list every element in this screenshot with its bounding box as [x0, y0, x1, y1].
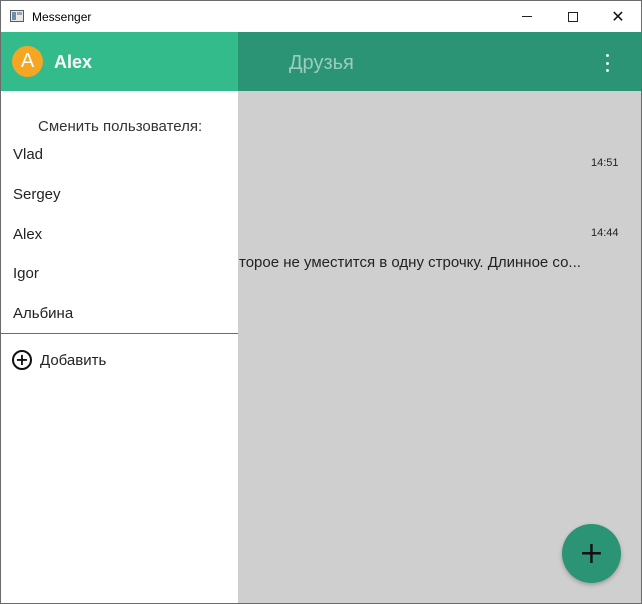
current-user-name: Alex: [54, 52, 93, 72]
drawer-header: A Alex: [1, 32, 238, 91]
add-user-button[interactable]: + Добавить: [1, 342, 238, 378]
close-icon: ✕: [611, 6, 625, 26]
minimize-button[interactable]: [504, 1, 550, 32]
messenger-window: Messenger ✕ Друзья 14:51 14:44 торое не …: [0, 0, 642, 604]
plus-icon: +: [578, 535, 605, 571]
page-title: Друзья: [289, 52, 354, 74]
add-user-label: Добавить: [40, 352, 107, 369]
chat-time: 14:51: [591, 157, 619, 169]
add-chat-button[interactable]: +: [562, 524, 621, 583]
user-item-label: Igor: [13, 265, 39, 282]
user-item-label: Sergey: [13, 186, 61, 203]
user-item-alex[interactable]: Alex: [1, 217, 238, 255]
user-item-albina[interactable]: Альбина: [1, 296, 238, 334]
add-circle-icon: +: [12, 350, 32, 370]
user-item-sergey[interactable]: Sergey: [1, 177, 238, 215]
app-icon: [10, 10, 24, 22]
title-bar[interactable]: Messenger ✕: [1, 1, 641, 32]
chat-preview[interactable]: торое не уместится в одну строчку. Длинн…: [239, 254, 581, 271]
user-item-vlad[interactable]: Vlad: [1, 137, 238, 175]
window-title: Messenger: [32, 10, 92, 24]
navigation-drawer: A Alex Сменить пользователя: Vlad Sergey…: [1, 32, 238, 603]
user-item-label: Альбина: [13, 305, 74, 322]
user-item-label: Vlad: [13, 146, 44, 163]
divider: [1, 333, 238, 334]
more-vertical-icon[interactable]: [601, 54, 613, 72]
main-content: Друзья 14:51 14:44 торое не уместится в …: [1, 32, 641, 603]
close-button[interactable]: ✕: [595, 1, 641, 32]
chat-time: 14:44: [591, 227, 619, 239]
maximize-icon: [568, 11, 578, 22]
switch-user-label: Сменить пользователя:: [38, 118, 203, 135]
maximize-button[interactable]: [550, 1, 596, 32]
user-item-igor[interactable]: Igor: [1, 256, 238, 294]
avatar: A: [12, 46, 43, 77]
user-item-label: Alex: [13, 226, 43, 243]
minimize-icon: [522, 16, 532, 17]
